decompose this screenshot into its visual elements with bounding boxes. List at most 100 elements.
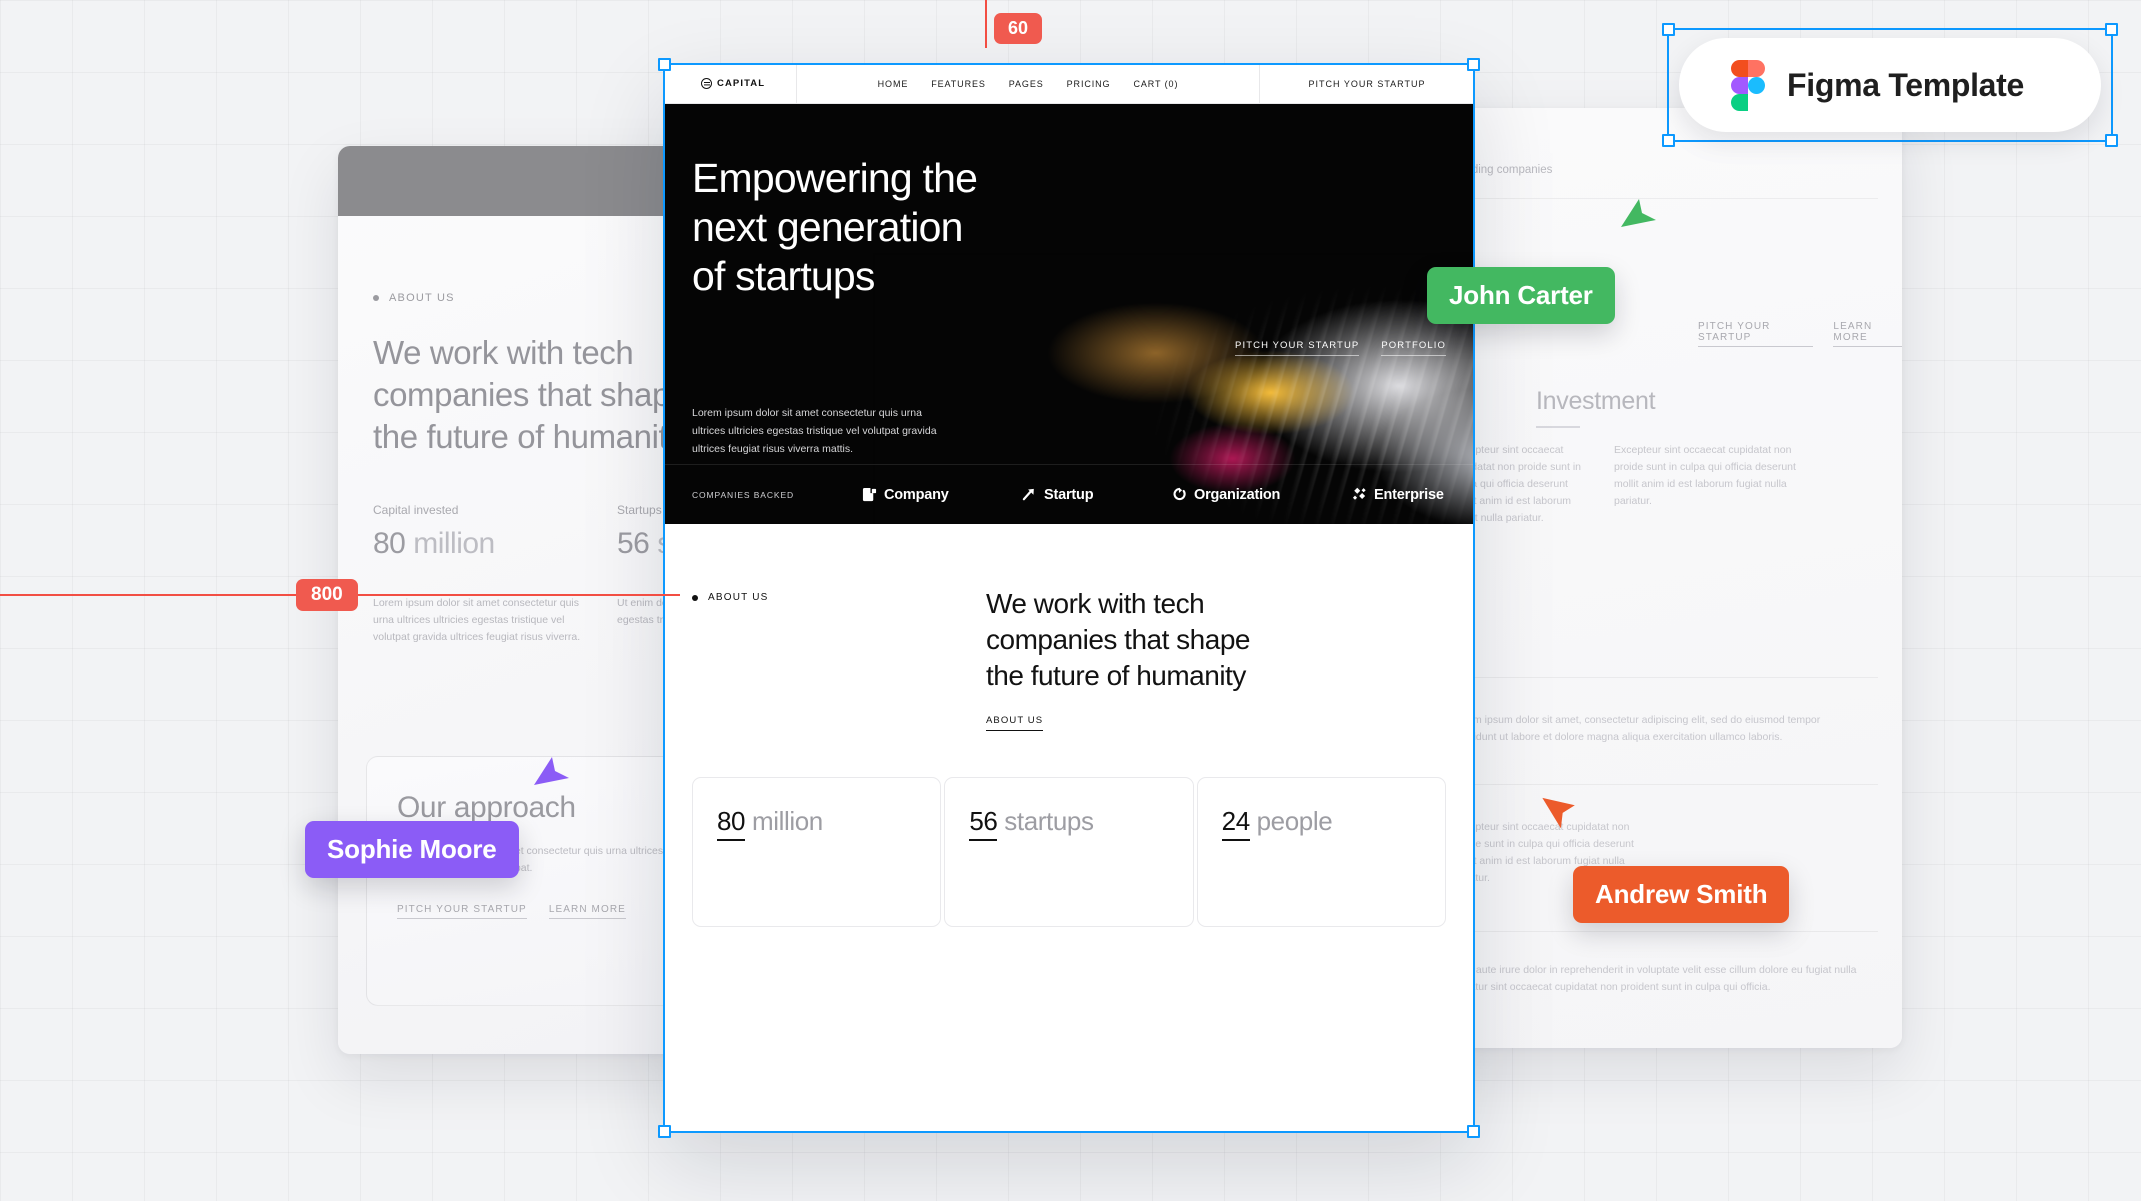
hero-title-line3: of startups [692,252,875,299]
figma-canvas[interactable]: ABOUT US We work with tech companies tha… [0,0,2141,1201]
figma-logo-dot [1748,77,1765,94]
diamond-cluster-logo-icon [1352,487,1367,502]
figma-logo-icon [1731,60,1765,111]
logo-enterprise: Enterprise [1352,487,1444,503]
hero-paragraph: Lorem ipsum dolor sit amet consectetur q… [692,407,937,456]
left-card-eyebrow-label: ABOUT US [389,292,455,304]
figma-logo-dot [1731,77,1748,94]
right-card-paragraph-1: Lorem ipsum dolor sit amet, consectetur … [1452,714,1821,743]
brand-name: CAPITAL [717,78,766,89]
about-heading-line3: the future of humanity [986,659,1246,691]
resize-handle-bottom-left[interactable] [1662,134,1675,147]
investment-paragraph-right: Excepteur sint occaecat cupidatat non pr… [1614,444,1796,507]
square-logo-icon [862,487,877,502]
brand-logo[interactable]: CAPITAL [664,64,797,103]
logo-company: Company [862,487,1022,503]
measurement-guide-horizontal-inner [380,594,680,596]
resize-handle-top-right[interactable] [2105,23,2118,36]
left-card-stat: Capital invested 80 million Lorem ipsum … [373,503,583,647]
investment-underline [1536,426,1580,428]
collaborator-badge-andrew-smith: Andrew Smith [1573,866,1790,923]
stat-value: 56 startups [969,806,1168,842]
figma-logo-dot [1748,60,1765,77]
logo-company-label: Company [884,486,949,503]
learn-more-link[interactable]: LEARN MORE [548,904,626,919]
stat-number: 56 [969,806,998,842]
about-section: ABOUT US We work with tech companies tha… [664,524,1474,732]
hero-links: PITCH YOUR STARTUP PORTFOLIO [1235,340,1446,356]
pitch-your-startup-link[interactable]: PITCH YOUR STARTUP [1698,321,1814,347]
left-card-stat-unit: million [413,526,495,560]
about-left-column: ABOUT US [692,586,942,731]
companies-backed-label: COMPANIES BACKED [692,489,795,500]
measurement-badge-800: 800 [296,579,358,611]
about-right-column: We work with tech companies that shape t… [962,586,1446,732]
hero-title: Empowering the next generation of startu… [692,154,978,300]
stat-value: 24 people [1221,806,1421,842]
logo-startup-label: Startup [1044,486,1094,503]
logo-organization-label: Organization [1194,486,1281,503]
bullet-dot-icon [692,594,698,601]
divider [1440,931,1878,932]
website-template-frame[interactable]: CAPITAL HOME FEATURES PAGES PRICING CART… [664,64,1474,1132]
figma-template-pill[interactable]: Figma Template [1679,38,2101,132]
about-us-link[interactable]: ABOUT US [986,715,1044,732]
collaborator-badge-sophie-moore: Sophie Moore [305,821,519,878]
divider [1440,677,1878,678]
nav-item-features[interactable]: FEATURES [931,79,986,89]
figma-logo-dot [1731,60,1748,77]
companies-backed-bar: COMPANIES BACKED Company Startup Organiz… [664,464,1474,524]
learn-more-link[interactable]: LEARN MORE [1833,321,1902,347]
about-eyebrow-label: ABOUT US [708,592,769,603]
nav-item-cart[interactable]: CART (0) [1133,79,1178,89]
hero-section: Empowering the next generation of startu… [664,104,1474,524]
stat-unit: million [751,806,823,837]
stat-card: 56 startups [944,777,1194,928]
nav-cta-button[interactable]: PITCH YOUR STARTUP [1259,64,1474,103]
arrow-up-right-logo-icon [1022,487,1037,502]
cursor-sophie-moore-icon [532,751,574,791]
hero-title-line2: next generation [692,203,963,250]
investment-section: Investment [1536,387,1902,428]
capital-logo-icon [701,78,712,89]
right-card-top-label: Funding companies [1452,164,1553,176]
left-card-stat-number: 56 [617,526,650,560]
cursor-john-carter-icon [1619,193,1661,233]
circle-swoosh-logo-icon [1172,487,1187,502]
hero-pitch-your-startup-link[interactable]: PITCH YOUR STARTUP [1235,340,1360,356]
pitch-your-startup-link[interactable]: PITCH YOUR STARTUP [397,904,527,919]
divider [1440,784,1878,785]
logo-organization: Organization [1172,487,1352,503]
stats-row: 80 million 56 startups 24 people [664,731,1474,928]
site-navbar[interactable]: CAPITAL HOME FEATURES PAGES PRICING CART… [664,64,1474,104]
hero-portfolio-link[interactable]: PORTFOLIO [1381,340,1446,356]
left-card-stat-paragraph: Lorem ipsum dolor sit amet consectetur q… [373,596,581,644]
nav-item-home[interactable]: HOME [878,79,909,89]
nav-item-pricing[interactable]: PRICING [1067,79,1111,89]
logo-startup: Startup [1022,487,1172,503]
resize-handle-top-left[interactable] [1662,23,1675,36]
left-card-stat-value: 80 million [373,527,583,561]
right-card-links: PITCH YOUR STARTUP LEARN MORE [1698,321,1902,347]
stat-number: 80 [717,806,746,842]
left-card-stat-number: 80 [373,526,406,560]
nav-links[interactable]: HOME FEATURES PAGES PRICING CART (0) [797,64,1259,103]
about-heading: We work with tech companies that shape t… [986,586,1446,693]
stat-unit: startups [1004,806,1094,837]
investment-paragraphs: Excepteur sint occaecat cupidatat non pr… [1452,442,1902,527]
nav-item-pages[interactable]: PAGES [1009,79,1044,89]
measurement-badge-60: 60 [994,13,1043,44]
investment-title: Investment [1536,387,1656,415]
hero-title-line1: Empowering the [692,155,978,201]
stat-value: 80 million [717,806,916,842]
resize-handle-bottom-right[interactable] [2105,134,2118,147]
figma-template-label: Figma Template [1787,66,2025,103]
about-heading-line2: companies that shape [986,623,1250,655]
logo-enterprise-label: Enterprise [1374,486,1444,503]
collaborator-badge-john-carter: John Carter [1427,267,1615,324]
stat-unit: people [1256,806,1333,837]
stat-card: 24 people [1196,777,1446,928]
stat-number: 24 [1221,806,1250,842]
figma-logo-dot [1731,94,1748,111]
left-card-stat-label: Capital invested [373,502,459,517]
